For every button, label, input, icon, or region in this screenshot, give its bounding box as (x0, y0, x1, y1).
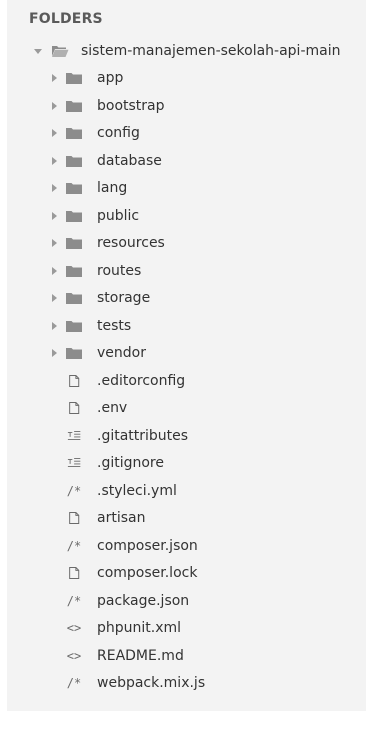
folder-open-icon (52, 45, 69, 57)
tree-folder-tests[interactable]: tests (7, 312, 366, 340)
tree-folder-bootstrap[interactable]: bootstrap (7, 92, 366, 120)
tree-item-label: vendor (97, 345, 146, 362)
tree-item-label: phpunit.xml (97, 620, 182, 637)
folder-icon (66, 320, 82, 332)
chevron-right-icon[interactable] (49, 293, 59, 303)
code-comment-icon: /* (66, 483, 82, 498)
tree-root-folder[interactable]: sistem-manajemen-sekolah-api-main (7, 37, 366, 65)
tree-item-label: tests (97, 317, 132, 334)
tree-item-label: sistem-manajemen-sekolah-api-main (81, 42, 341, 59)
tree-file-webpack[interactable]: /* webpack.mix.js (7, 670, 366, 698)
tree-file-phpunit[interactable]: <> phpunit.xml (7, 615, 366, 643)
folders-sidebar: FOLDERS sistem-manajemen-sekolah-api-mai… (7, 0, 366, 711)
tree-file-composer-json[interactable]: /* composer.json (7, 532, 366, 560)
tree-folder-database[interactable]: database (7, 147, 366, 175)
folder-icon (66, 265, 82, 277)
folder-icon (66, 348, 82, 360)
tree-item-label: composer.json (97, 537, 198, 554)
tree-item-label: .gitattributes (97, 427, 189, 444)
tree-item-label: routes (97, 262, 142, 279)
tree-file-editorconfig[interactable]: .editorconfig (7, 367, 366, 395)
chevron-right-icon[interactable] (49, 73, 59, 83)
tree-item-label: lang (97, 180, 128, 197)
tree-item-label: composer.lock (97, 565, 198, 582)
tree-file-gitattributes[interactable]: .gitattributes (7, 422, 366, 450)
code-comment-icon: /* (66, 676, 82, 691)
code-comment-icon: /* (66, 593, 82, 608)
file-icon (69, 374, 80, 387)
folder-icon (66, 293, 82, 305)
tree-file-artisan[interactable]: artisan (7, 505, 366, 533)
tree-file-styleci[interactable]: /* .styleci.yml (7, 477, 366, 505)
tree-item-label: README.md (97, 647, 184, 664)
tree-folder-storage[interactable]: storage (7, 285, 366, 313)
chevron-down-icon[interactable] (33, 46, 43, 56)
code-comment-icon: /* (66, 538, 82, 553)
tree-item-label: config (97, 125, 140, 142)
file-icon (69, 402, 80, 415)
file-icon (69, 512, 80, 525)
tree-item-label: resources (97, 235, 165, 252)
tree-item-label: public (97, 207, 140, 224)
chevron-right-icon[interactable] (49, 266, 59, 276)
tree-item-label: app (97, 70, 124, 87)
git-file-icon (67, 430, 81, 440)
chevron-right-icon[interactable] (49, 101, 59, 111)
folder-icon (66, 73, 82, 85)
file-tree: sistem-manajemen-sekolah-api-main app bo… (7, 37, 366, 697)
folder-icon (66, 155, 82, 167)
tree-file-composer-lock[interactable]: composer.lock (7, 560, 366, 588)
chevron-right-icon[interactable] (49, 156, 59, 166)
tree-file-env[interactable]: .env (7, 395, 366, 423)
tree-folder-routes[interactable]: routes (7, 257, 366, 285)
markup-icon: <> (66, 648, 82, 663)
tree-item-label: artisan (97, 510, 146, 527)
tree-item-label: storage (97, 290, 151, 307)
tree-folder-app[interactable]: app (7, 65, 366, 93)
tree-item-label: .styleci.yml (97, 482, 177, 499)
tree-item-label: .env (97, 400, 128, 417)
chevron-right-icon[interactable] (49, 183, 59, 193)
tree-item-label: bootstrap (97, 97, 165, 114)
tree-folder-lang[interactable]: lang (7, 175, 366, 203)
folder-icon (66, 210, 82, 222)
chevron-right-icon[interactable] (49, 128, 59, 138)
tree-file-gitignore[interactable]: .gitignore (7, 450, 366, 478)
markup-icon: <> (66, 621, 82, 636)
file-icon (69, 567, 80, 580)
folder-icon (66, 183, 82, 195)
chevron-right-icon[interactable] (49, 321, 59, 331)
git-file-icon (67, 458, 81, 468)
tree-item-label: webpack.mix.js (97, 675, 206, 692)
tree-folder-vendor[interactable]: vendor (7, 340, 366, 368)
folder-icon (66, 128, 82, 140)
tree-folder-public[interactable]: public (7, 202, 366, 230)
chevron-right-icon[interactable] (49, 211, 59, 221)
tree-item-label: database (97, 152, 162, 169)
chevron-right-icon[interactable] (49, 238, 59, 248)
tree-file-readme[interactable]: <> README.md (7, 642, 366, 670)
tree-item-label: .gitignore (97, 455, 164, 472)
tree-item-label: .editorconfig (97, 372, 186, 389)
tree-file-package-json[interactable]: /* package.json (7, 587, 366, 615)
folder-icon (66, 238, 82, 250)
tree-folder-resources[interactable]: resources (7, 230, 366, 258)
chevron-right-icon[interactable] (49, 348, 59, 358)
sidebar-header: FOLDERS (29, 11, 103, 27)
folder-icon (66, 100, 82, 112)
tree-folder-config[interactable]: config (7, 120, 366, 148)
tree-item-label: package.json (97, 592, 190, 609)
